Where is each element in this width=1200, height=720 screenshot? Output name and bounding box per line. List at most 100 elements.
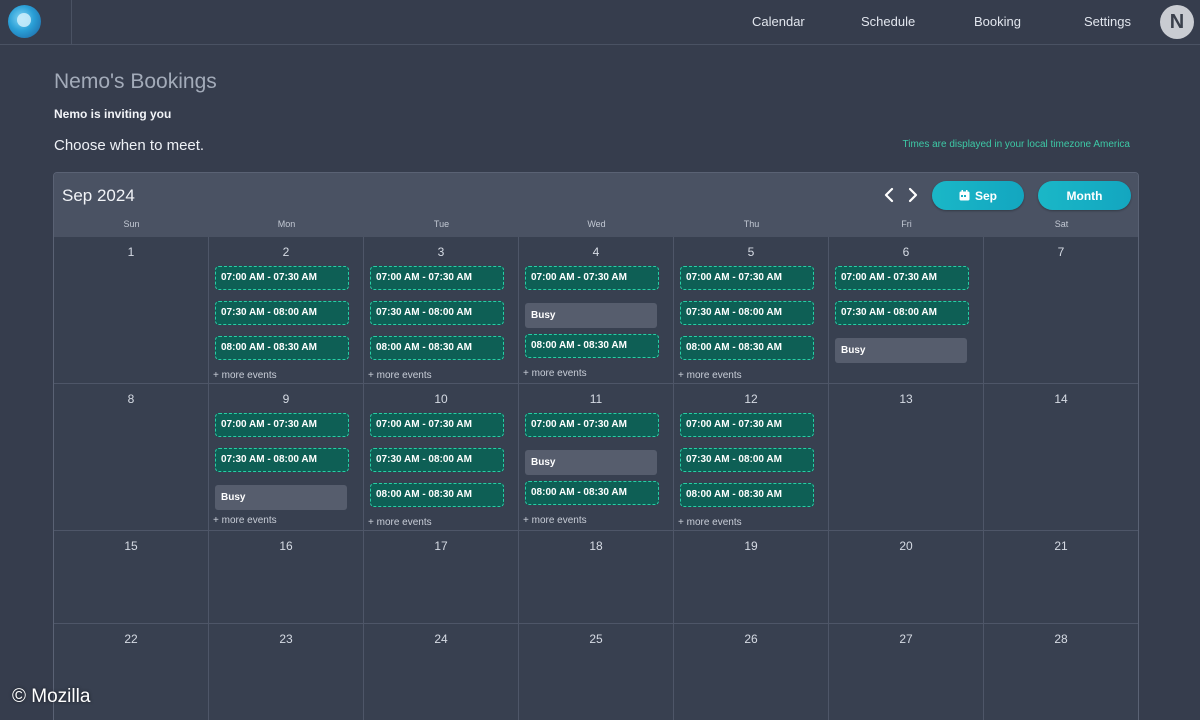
more-events-link[interactable]: + more events xyxy=(523,368,587,379)
day-number: 18 xyxy=(589,539,603,553)
calendar-day-cell[interactable]: 15 xyxy=(54,531,209,624)
busy-block: Busy xyxy=(835,338,967,363)
nav-link-booking[interactable]: Booking xyxy=(974,14,1021,29)
day-number: 11 xyxy=(589,392,603,406)
more-events-link[interactable]: + more events xyxy=(368,370,432,381)
day-number: 26 xyxy=(744,632,758,646)
view-month-button[interactable]: Month xyxy=(1038,181,1131,210)
calendar-day-cell[interactable]: 25 xyxy=(519,624,674,720)
calendar-grid: 1 2 07:00 AM - 07:30 AM 07:30 AM - 08:00 AM… xyxy=(54,237,1138,720)
current-month-button[interactable]: Sep xyxy=(932,181,1024,210)
calendar-day-cell[interactable]: 23 xyxy=(209,624,364,720)
day-number: 16 xyxy=(279,539,293,553)
available-time-slot[interactable]: 07:30 AM - 08:00 AM xyxy=(370,301,504,325)
day-number: 19 xyxy=(744,539,758,553)
day-number: 2 xyxy=(282,245,290,259)
more-events-link[interactable]: + more events xyxy=(368,517,432,528)
day-number: 9 xyxy=(282,392,290,406)
available-time-slot[interactable]: 07:30 AM - 08:00 AM xyxy=(835,301,969,325)
calendar-day-cell[interactable]: 21 xyxy=(984,531,1138,624)
day-number: 24 xyxy=(434,632,448,646)
day-number: 20 xyxy=(899,539,913,553)
calendar-icon xyxy=(959,190,970,201)
available-time-slot[interactable]: 07:00 AM - 07:30 AM xyxy=(370,413,504,437)
weekday-sun: Sun xyxy=(123,219,140,229)
day-number: 6 xyxy=(902,245,910,259)
more-events-link[interactable]: + more events xyxy=(523,515,587,526)
calendar-day-cell[interactable]: 1 xyxy=(54,237,209,384)
available-time-slot[interactable]: 07:30 AM - 08:00 AM xyxy=(370,448,504,472)
calendar-day-cell[interactable]: 26 xyxy=(674,624,829,720)
available-time-slot[interactable]: 08:00 AM - 08:30 AM xyxy=(215,336,349,360)
calendar-day-cell[interactable]: 14 xyxy=(984,384,1138,531)
available-time-slot[interactable]: 08:00 AM - 08:30 AM xyxy=(370,483,504,507)
calendar-day-cell[interactable]: 4 07:00 AM - 07:30 AM Busy 08:00 AM - 08:30… xyxy=(519,237,674,384)
available-time-slot[interactable]: 07:00 AM - 07:30 AM xyxy=(215,266,349,290)
calendar-day-cell[interactable]: 18 xyxy=(519,531,674,624)
available-time-slot[interactable]: 07:00 AM - 07:30 AM xyxy=(680,413,814,437)
timezone-note: Times are displayed in your local timezo… xyxy=(902,139,1130,150)
day-number: 7 xyxy=(1057,245,1065,259)
copyright-watermark: © Mozilla xyxy=(12,686,91,707)
more-events-link[interactable]: + more events xyxy=(678,517,742,528)
calendar-day-cell[interactable]: 8 xyxy=(54,384,209,531)
available-time-slot[interactable]: 08:00 AM - 08:30 AM xyxy=(525,334,659,358)
available-time-slot[interactable]: 07:00 AM - 07:30 AM xyxy=(525,413,659,437)
calendar-day-cell[interactable]: 20 xyxy=(829,531,984,624)
available-time-slot[interactable]: 07:00 AM - 07:30 AM xyxy=(370,266,504,290)
calendar-day-cell[interactable]: 19 xyxy=(674,531,829,624)
available-time-slot[interactable]: 07:00 AM - 07:30 AM xyxy=(215,413,349,437)
available-time-slot[interactable]: 08:00 AM - 08:30 AM xyxy=(680,336,814,360)
next-month-button[interactable] xyxy=(904,185,922,205)
month-label: Sep 2024 xyxy=(62,186,135,205)
day-number: 8 xyxy=(127,392,135,406)
day-number: 21 xyxy=(1054,539,1068,553)
calendar-day-cell[interactable]: 27 xyxy=(829,624,984,720)
day-number: 5 xyxy=(747,245,755,259)
calendar-day-cell[interactable]: 10 07:00 AM - 07:30 AM 07:30 AM - 08:00 AM… xyxy=(364,384,519,531)
calendar-day-cell[interactable]: 7 xyxy=(984,237,1138,384)
weekday-thu: Thu xyxy=(743,219,760,229)
app-logo-icon[interactable] xyxy=(8,5,41,38)
calendar-day-cell[interactable]: 16 xyxy=(209,531,364,624)
available-time-slot[interactable]: 07:30 AM - 08:00 AM xyxy=(680,448,814,472)
available-time-slot[interactable]: 08:00 AM - 08:30 AM xyxy=(370,336,504,360)
nav-link-settings[interactable]: Settings xyxy=(1084,14,1131,29)
booking-calendar: Sep 2024 Sep Month Sun Mon Tue Wed Thu F… xyxy=(53,172,1139,720)
available-time-slot[interactable]: 07:00 AM - 07:30 AM xyxy=(525,266,659,290)
available-time-slot[interactable]: 07:00 AM - 07:30 AM xyxy=(835,266,969,290)
calendar-day-cell[interactable]: 9 07:00 AM - 07:30 AM 07:30 AM - 08:00 AM B… xyxy=(209,384,364,531)
day-number: 22 xyxy=(124,632,138,646)
calendar-day-cell[interactable]: 6 07:00 AM - 07:30 AM 07:30 AM - 08:00 AM B… xyxy=(829,237,984,384)
day-number: 23 xyxy=(279,632,293,646)
calendar-day-cell[interactable]: 11 07:00 AM - 07:30 AM Busy 08:00 AM - 08:3… xyxy=(519,384,674,531)
calendar-day-cell[interactable]: 13 xyxy=(829,384,984,531)
day-number: 3 xyxy=(437,245,445,259)
busy-block: Busy xyxy=(525,303,657,328)
calendar-day-cell[interactable]: 3 07:00 AM - 07:30 AM 07:30 AM - 08:00 AM 0… xyxy=(364,237,519,384)
available-time-slot[interactable]: 07:00 AM - 07:30 AM xyxy=(680,266,814,290)
calendar-day-cell[interactable]: 12 07:00 AM - 07:30 AM 07:30 AM - 08:00 AM… xyxy=(674,384,829,531)
day-number: 17 xyxy=(434,539,448,553)
calendar-day-cell[interactable]: 28 xyxy=(984,624,1138,720)
nav-link-schedule[interactable]: Schedule xyxy=(861,14,915,29)
more-events-link[interactable]: + more events xyxy=(678,370,742,381)
more-events-link[interactable]: + more events xyxy=(213,370,277,381)
calendar-day-cell[interactable]: 5 07:00 AM - 07:30 AM 07:30 AM - 08:00 AM 0… xyxy=(674,237,829,384)
calendar-day-cell[interactable]: 17 xyxy=(364,531,519,624)
logo-area xyxy=(0,0,72,45)
calendar-day-cell[interactable]: 2 07:00 AM - 07:30 AM 07:30 AM - 08:00 AM 0… xyxy=(209,237,364,384)
more-events-link[interactable]: + more events xyxy=(213,515,277,526)
available-time-slot[interactable]: 07:30 AM - 08:00 AM xyxy=(215,301,349,325)
user-avatar[interactable]: N xyxy=(1160,5,1194,39)
chevron-left-icon xyxy=(884,187,894,203)
nav-link-calendar[interactable]: Calendar xyxy=(752,14,805,29)
available-time-slot[interactable]: 08:00 AM - 08:30 AM xyxy=(525,481,659,505)
available-time-slot[interactable]: 07:30 AM - 08:00 AM xyxy=(215,448,349,472)
invite-subtitle: Nemo is inviting you xyxy=(54,107,172,121)
available-time-slot[interactable]: 07:30 AM - 08:00 AM xyxy=(680,301,814,325)
previous-month-button[interactable] xyxy=(880,185,898,205)
available-time-slot[interactable]: 08:00 AM - 08:30 AM xyxy=(680,483,814,507)
day-number: 1 xyxy=(127,245,135,259)
calendar-day-cell[interactable]: 24 xyxy=(364,624,519,720)
